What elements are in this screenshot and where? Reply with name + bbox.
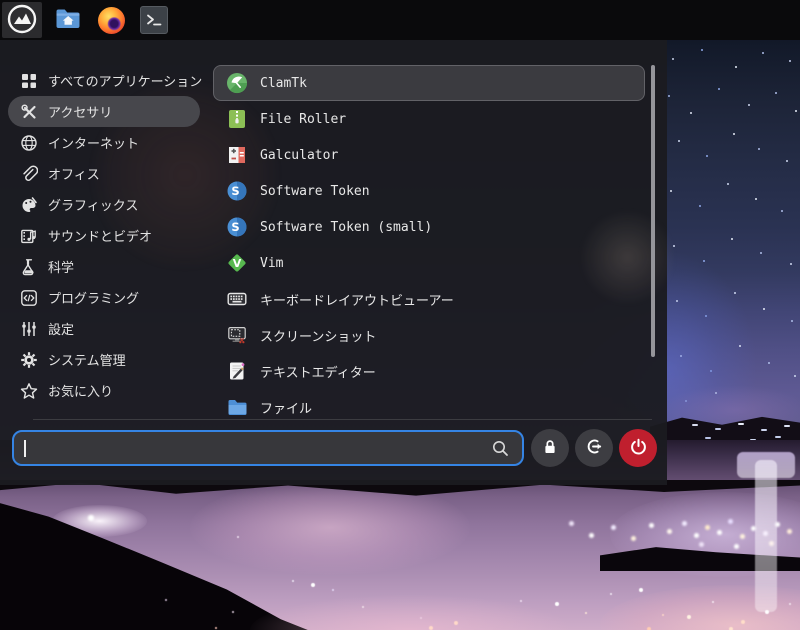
star-icon: [20, 382, 38, 400]
app-label: Vim: [260, 255, 284, 271]
category-label: グラフィックス: [48, 199, 139, 214]
terminal-icon: [140, 6, 168, 34]
palette-icon: [20, 196, 38, 214]
flask-icon: [20, 258, 38, 276]
category-label: 科学: [48, 261, 75, 276]
sidebar-category[interactable]: プログラミング: [8, 282, 200, 313]
search-icon: [491, 439, 510, 462]
category-label: お気に入り: [48, 385, 114, 400]
power-icon: [629, 437, 648, 459]
screenshot-icon: [226, 324, 248, 346]
desktop: すべてのアプリケーション アクセサリインターネット オフィスグラフィックス サウンドと…: [0, 0, 800, 630]
sidebar-category[interactable]: インターネット: [8, 127, 200, 158]
category-list: すべてのアプリケーション アクセサリインターネット オフィスグラフィックス サウンドと…: [0, 65, 208, 406]
text-editor-icon: [226, 360, 248, 382]
sidebar-category[interactable]: すべてのアプリケーション: [8, 65, 203, 96]
paperclip-icon: [20, 165, 38, 183]
app-list-item[interactable]: Galculator: [213, 137, 645, 173]
app-label: スクリーンショット: [260, 329, 377, 345]
letter-t-stem: [755, 460, 777, 612]
text-cursor: [24, 440, 26, 457]
app-list-item[interactable]: ファイル: [213, 389, 645, 418]
search-input[interactable]: [22, 434, 486, 464]
divider: [33, 419, 652, 420]
logout-icon: [585, 437, 604, 459]
category-label: すべてのアプリケーション: [48, 75, 203, 90]
application-menu: すべてのアプリケーション アクセサリインターネット オフィスグラフィックス サウンドと…: [0, 40, 680, 485]
app-label: File Roller: [260, 111, 347, 127]
sliders-icon: [20, 320, 38, 338]
app-list-item[interactable]: テキストエディター: [213, 353, 645, 389]
globe-icon: [20, 134, 38, 152]
category-label: オフィス: [48, 168, 100, 183]
search-row: [0, 429, 667, 469]
sidebar-category[interactable]: 設定: [8, 313, 200, 344]
app-list-item[interactable]: S Software Token (small): [213, 209, 645, 245]
category-label: プログラミング: [48, 292, 140, 307]
sidebar-category[interactable]: システム管理: [8, 344, 200, 375]
category-label: システム管理: [48, 354, 126, 369]
code-icon: [20, 289, 38, 307]
app-list-item[interactable]: S Software Token: [213, 173, 645, 209]
software-token-icon: S: [226, 180, 248, 202]
firefox-launcher[interactable]: [97, 6, 125, 34]
clamtk-icon: [226, 72, 248, 94]
sidebar-category[interactable]: 科学: [8, 251, 200, 282]
distro-logo-icon: [7, 4, 37, 37]
app-list-item[interactable]: File Roller: [213, 101, 645, 137]
app-list-item[interactable]: ClamTk: [213, 65, 645, 101]
top-panel: [0, 0, 800, 40]
app-label: キーボードレイアウトビューアー: [260, 293, 454, 309]
app-label: ファイル: [260, 401, 313, 417]
lock-button[interactable]: [531, 429, 569, 467]
keyboard-icon: [226, 288, 248, 310]
vim-icon: V: [226, 252, 248, 274]
app-label: テキストエディター: [260, 365, 376, 381]
wallpaper-letter-t: [737, 452, 795, 612]
app-label: Galculator: [260, 147, 339, 163]
svg-text:S: S: [231, 220, 239, 234]
app-list-item[interactable]: キーボードレイアウトビューアー: [213, 281, 645, 317]
category-label: アクセサリ: [48, 106, 113, 121]
category-label: サウンドとビデオ: [48, 230, 153, 245]
media-icon: [20, 227, 38, 245]
app-list-item[interactable]: V Vim: [213, 245, 645, 281]
app-label: ClamTk: [260, 75, 307, 91]
svg-text:V: V: [233, 257, 242, 270]
app-label: Software Token (small): [260, 219, 433, 235]
grid-icon: [20, 72, 38, 90]
terminal-launcher[interactable]: [140, 6, 168, 34]
power-button[interactable]: [619, 429, 657, 467]
file-manager-launcher[interactable]: [54, 6, 82, 34]
app-list-item[interactable]: スクリーンショット: [213, 317, 645, 353]
lock-icon: [541, 438, 559, 459]
software-token-icon: S: [226, 216, 248, 238]
sidebar-category[interactable]: サウンドとビデオ: [8, 220, 200, 251]
tools-icon: [20, 103, 38, 121]
applications-menu-button[interactable]: [2, 2, 42, 38]
files-icon: [226, 396, 248, 418]
sidebar-category[interactable]: グラフィックス: [8, 189, 200, 220]
search-box: [12, 430, 524, 466]
gear-icon: [20, 351, 38, 369]
file-roller-icon: [226, 108, 248, 130]
app-label: Software Token: [260, 183, 370, 199]
sidebar-category[interactable]: アクセサリ: [8, 96, 200, 127]
logout-button[interactable]: [575, 429, 613, 467]
app-list: ClamTk File Roller Galculator S Software Tok…: [213, 65, 649, 418]
home-folder-icon: [55, 6, 82, 34]
firefox-icon: [97, 6, 125, 34]
galculator-icon: [226, 144, 248, 166]
sidebar-category[interactable]: オフィス: [8, 158, 200, 189]
svg-text:S: S: [231, 184, 239, 198]
category-label: インターネット: [48, 137, 140, 152]
category-label: 設定: [48, 323, 75, 338]
scrollbar[interactable]: [651, 65, 655, 357]
sidebar-category[interactable]: お気に入り: [8, 375, 200, 406]
